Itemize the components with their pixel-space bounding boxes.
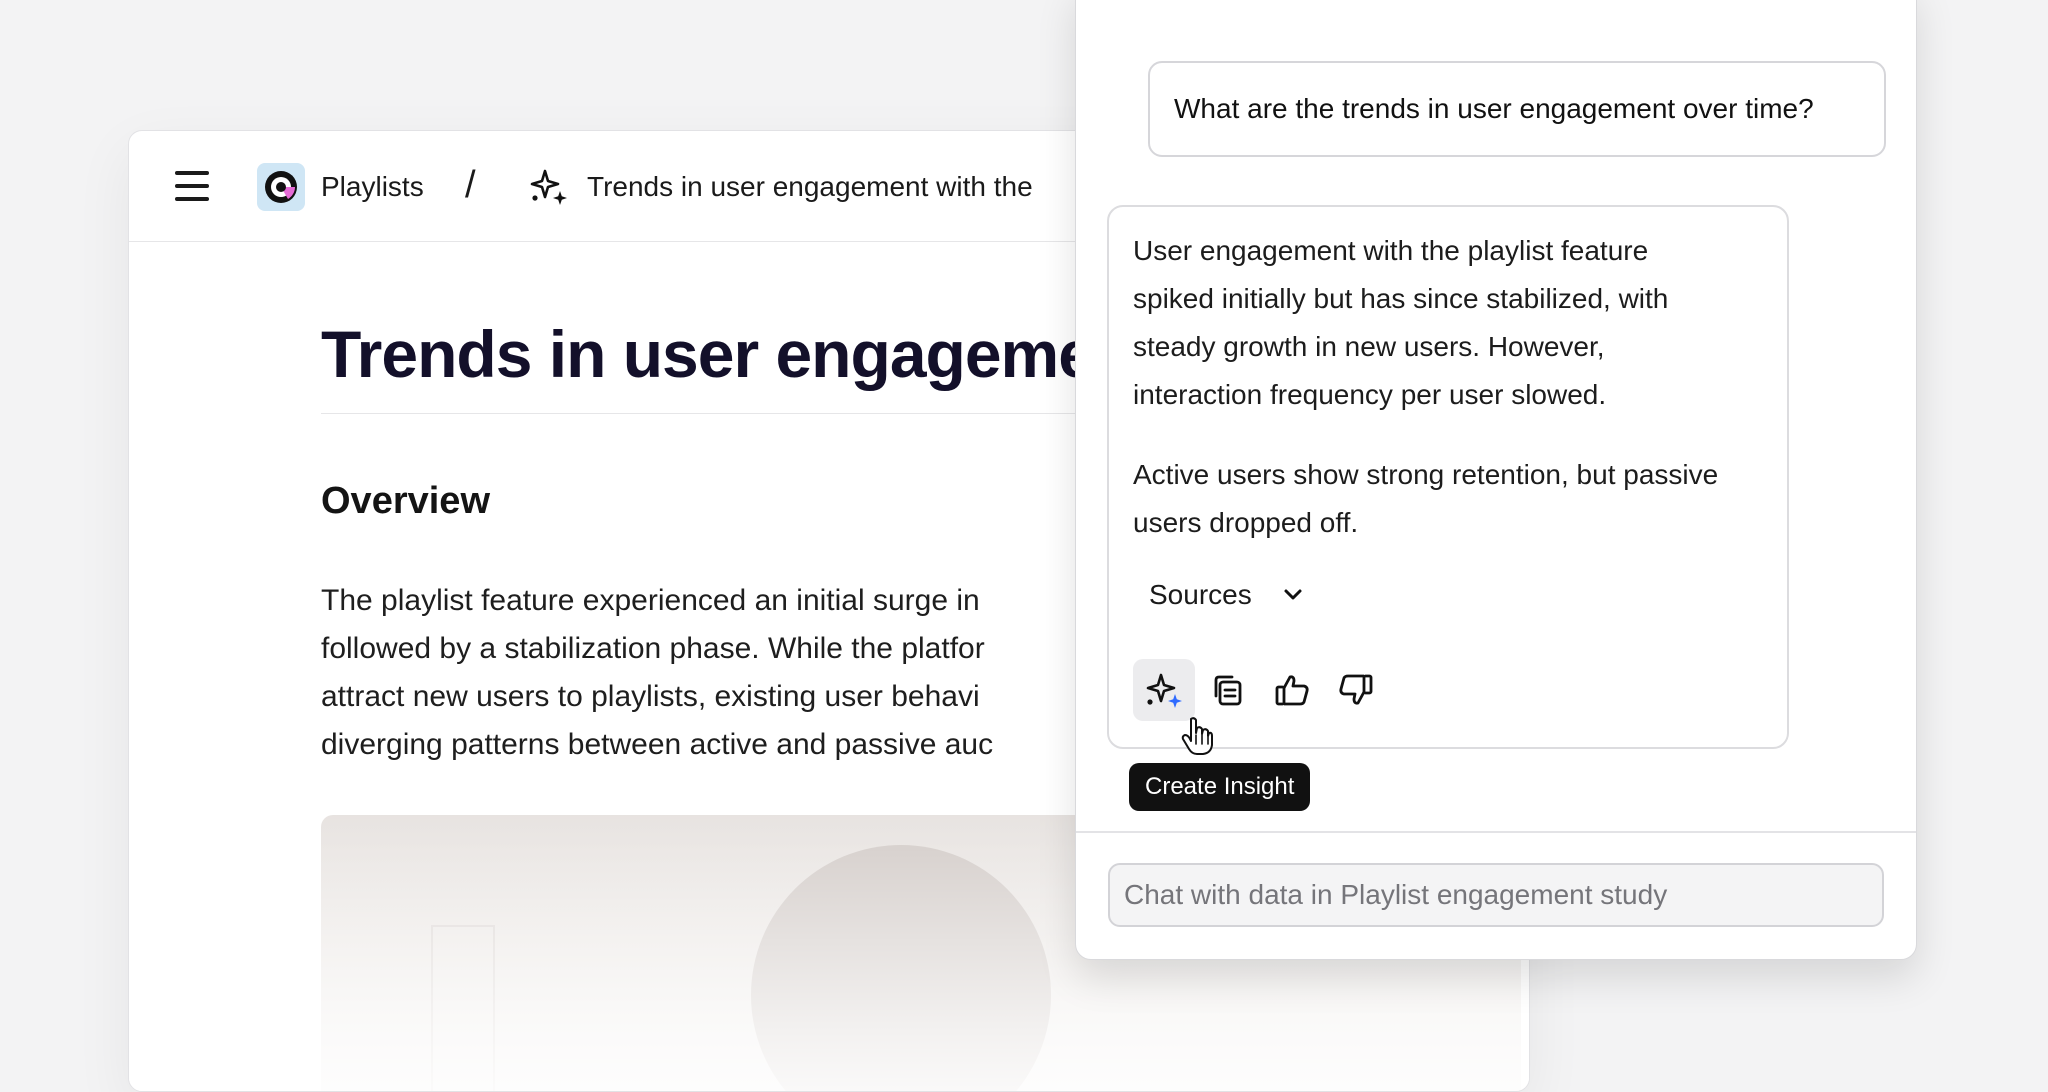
- image-detail: [431, 925, 495, 1091]
- page-title: Trends in user engagemen: [321, 317, 1134, 391]
- response-paragraph: Active users show strong retention, but …: [1133, 451, 1718, 547]
- sources-toggle[interactable]: Sources: [1149, 575, 1304, 615]
- menu-bar: [175, 197, 209, 201]
- ai-response-bubble: User engagement with the playlist featur…: [1107, 205, 1789, 749]
- thumbs-down-icon: [1339, 674, 1373, 705]
- breadcrumb-separator: /: [465, 164, 476, 206]
- response-line: User engagement with the playlist featur…: [1133, 235, 1649, 266]
- copy-button[interactable]: [1197, 659, 1259, 721]
- playlists-logo-icon[interactable]: [257, 163, 305, 211]
- overview-heading: Overview: [321, 480, 490, 522]
- image-detail: [751, 845, 1051, 1091]
- response-paragraph: User engagement with the playlist featur…: [1133, 227, 1668, 419]
- response-line: Active users show strong retention, but …: [1133, 459, 1719, 490]
- chevron-down-icon: [1284, 589, 1302, 600]
- chat-input[interactable]: [1108, 863, 1884, 927]
- response-line: interaction frequency per user slowed.: [1133, 379, 1607, 410]
- thumbs-down-button[interactable]: [1325, 659, 1387, 721]
- thumbs-up-button[interactable]: [1261, 659, 1323, 721]
- chat-divider: [1076, 831, 1916, 833]
- copy-icon: [1214, 675, 1242, 706]
- sources-label: Sources: [1149, 579, 1252, 610]
- thumbs-up-icon: [1275, 675, 1309, 706]
- create-insight-tooltip: Create Insight: [1129, 763, 1311, 811]
- breadcrumb-current: Trends in user engagement with the: [587, 171, 1033, 202]
- menu-bar: [175, 184, 209, 188]
- create-insight-button[interactable]: [1133, 659, 1195, 721]
- response-line: spiked initially but has since stabilize…: [1133, 283, 1669, 314]
- menu-bar: [175, 171, 209, 175]
- response-line: users dropped off.: [1133, 507, 1359, 538]
- user-message-bubble: What are the trends in user engagement o…: [1148, 61, 1886, 157]
- menu-button[interactable]: [175, 171, 209, 201]
- response-line: steady growth in new users. However,: [1133, 331, 1605, 362]
- create-insight-sparkle-icon: [1146, 673, 1182, 708]
- chat-panel: What are the trends in user engagement o…: [1075, 0, 1917, 960]
- breadcrumb-root-link[interactable]: Playlists: [321, 167, 424, 207]
- sparkle-icon: [530, 169, 567, 205]
